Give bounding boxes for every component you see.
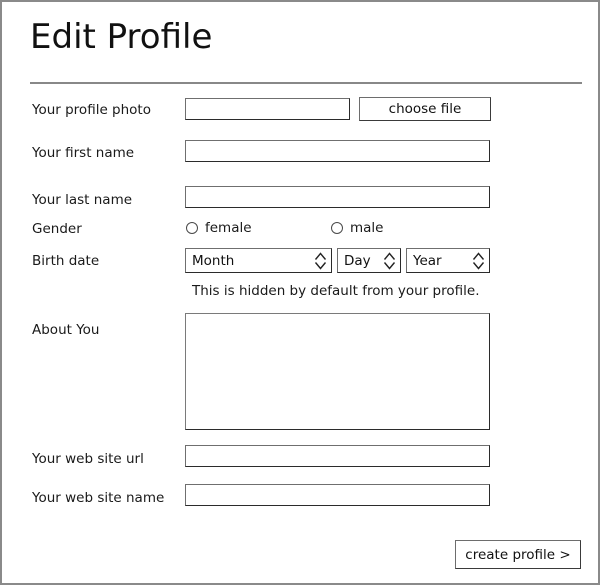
web-site-name-label: Your web site name xyxy=(32,490,165,506)
create-profile-button[interactable]: create profile > xyxy=(455,540,581,569)
spinner-arrows-icon[interactable] xyxy=(382,250,396,271)
birth-day-select[interactable]: Day xyxy=(337,248,401,273)
choose-file-button[interactable]: choose file xyxy=(359,97,491,121)
first-name-input[interactable] xyxy=(185,140,490,162)
about-you-textarea[interactable] xyxy=(185,313,490,430)
birth-year-value: Year xyxy=(413,252,442,269)
header-divider xyxy=(30,82,582,84)
radio-circle-icon xyxy=(186,222,198,234)
birth-month-value: Month xyxy=(192,252,235,269)
web-site-name-input[interactable] xyxy=(185,484,490,506)
birth-date-hint: This is hidden by default from your prof… xyxy=(192,283,480,299)
edit-profile-window: Edit Profile Your profile photo choose f… xyxy=(0,0,600,585)
birth-month-select[interactable]: Month xyxy=(185,248,332,273)
profile-photo-label: Your profile photo xyxy=(32,102,151,118)
web-site-url-input[interactable] xyxy=(185,445,490,467)
birth-year-select[interactable]: Year xyxy=(406,248,490,273)
gender-radio-group: female male xyxy=(186,220,383,236)
page-title: Edit Profile xyxy=(30,17,213,57)
web-site-url-label: Your web site url xyxy=(32,451,144,467)
gender-option-male[interactable]: male xyxy=(331,220,383,236)
first-name-label: Your first name xyxy=(32,145,135,161)
spinner-arrows-icon[interactable] xyxy=(471,250,485,271)
birth-day-value: Day xyxy=(344,252,371,269)
profile-photo-input[interactable] xyxy=(185,98,350,120)
gender-option-female[interactable]: female xyxy=(186,220,331,236)
last-name-label: Your last name xyxy=(32,192,133,208)
last-name-input[interactable] xyxy=(185,186,490,208)
radio-circle-icon xyxy=(331,222,343,234)
gender-option-male-label: male xyxy=(350,220,384,236)
about-you-label: About You xyxy=(32,322,100,338)
birth-date-label: Birth date xyxy=(32,253,100,269)
gender-label: Gender xyxy=(32,221,82,237)
gender-option-female-label: female xyxy=(205,220,252,236)
spinner-arrows-icon[interactable] xyxy=(313,250,327,271)
